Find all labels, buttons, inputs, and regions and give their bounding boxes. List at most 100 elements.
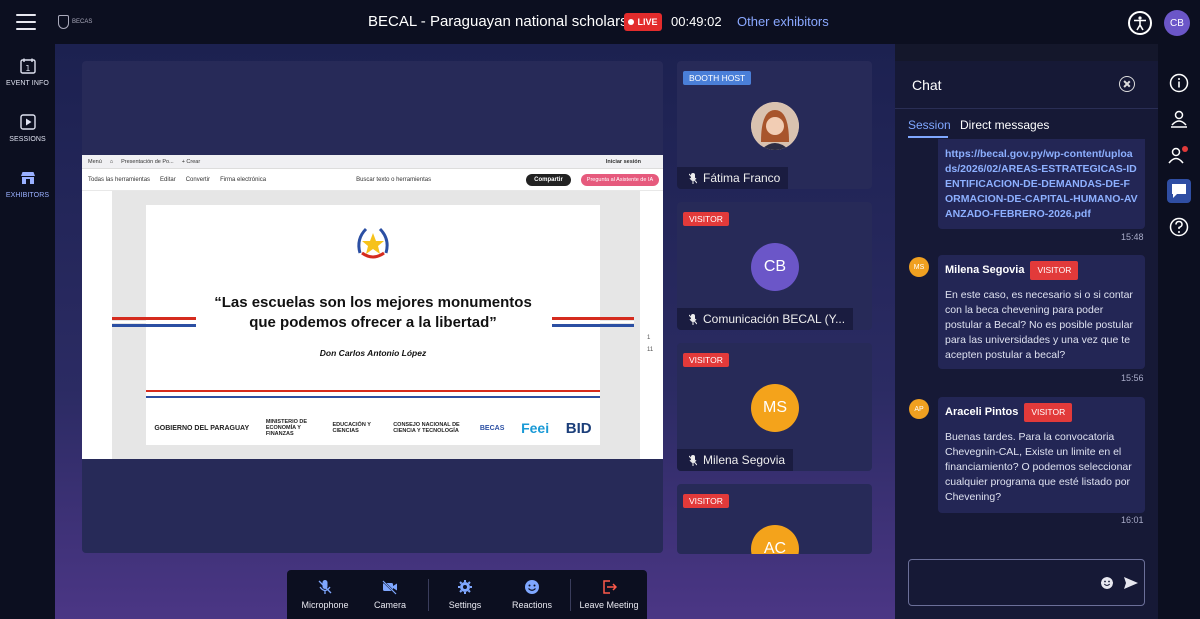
message-time: 15:56 (1121, 373, 1144, 383)
play-icon (19, 114, 36, 130)
browser-tab-bar: Menú ⌂ Presentación de Po... + Crear Ini… (82, 155, 663, 169)
person-photo-icon (751, 102, 799, 150)
live-dot-icon (628, 19, 635, 25)
control-label: Camera (373, 600, 406, 610)
visitor-badge: VISITOR (683, 212, 729, 226)
people-button[interactable] (1167, 143, 1191, 167)
sender-name: Araceli Pintos (945, 406, 1019, 418)
reactions-button[interactable]: Reactions (505, 570, 559, 619)
toolbar-item: Convertir (185, 176, 211, 183)
control-label: Reactions (511, 600, 553, 610)
participant-avatar: AC (751, 525, 799, 554)
participant-tile[interactable]: VISITOR MS Milena Segovia (677, 343, 872, 471)
participant-avatar: CB (751, 243, 799, 291)
logo-mef: MINISTERIO DE ECONOMÍA Y FINANZAS (265, 419, 308, 437)
right-rail (1158, 44, 1200, 619)
settings-button[interactable]: Settings (439, 570, 491, 619)
microphone-button[interactable]: Microphone (295, 570, 355, 619)
nav-sessions[interactable]: SESSIONS (0, 100, 55, 156)
pdf-viewport: “Las escuelas son los mejores monumentos… (112, 191, 640, 459)
chat-button[interactable] (1167, 179, 1191, 203)
svg-text:1: 1 (25, 64, 30, 73)
live-label: LIVE (637, 17, 658, 27)
user-avatar[interactable]: CB (1164, 10, 1190, 36)
nav-exhibitors[interactable]: EXHIBITORS (0, 156, 55, 212)
tab-session[interactable]: Session (908, 118, 951, 132)
new-tab: + Crear (181, 158, 201, 165)
message-header: Araceli Pintos VISITOR (945, 403, 1138, 422)
paraguay-seal-icon (357, 227, 389, 259)
logo-bid: BID (565, 419, 592, 437)
seal-icon (58, 15, 69, 29)
chat-link-message[interactable]: https://becal.gov.py/wp-content/uploads/… (938, 139, 1145, 229)
leave-meeting-button[interactable]: Leave Meeting (577, 570, 641, 619)
tab-underline (908, 136, 948, 138)
camera-button[interactable]: Camera (363, 570, 417, 619)
home-icon: ⌂ (109, 158, 114, 165)
booth-icon (20, 172, 35, 184)
chat-message: Araceli Pintos VISITOR Buenas tardes. Pa… (938, 397, 1145, 513)
quote-line: que podemos ofrecer a la libertad” (249, 314, 497, 331)
attendees-button[interactable] (1167, 107, 1191, 131)
nav-label: SESSIONS (9, 136, 46, 143)
participant-name-bar: Milena Segovia (677, 449, 794, 471)
participant-tile[interactable]: VISITOR AC (677, 484, 872, 554)
mic-off-icon (689, 454, 697, 466)
accessibility-icon[interactable] (1128, 11, 1152, 35)
page-number: 1 (647, 335, 651, 341)
nav-event-info[interactable]: 1 EVENT INFO (0, 44, 55, 100)
toolbar-item: Firma electrónica (220, 176, 267, 183)
send-icon[interactable] (1123, 575, 1139, 591)
sender-name: Milena Segovia (945, 264, 1025, 276)
participant-name: Fátima Franco (703, 171, 781, 185)
other-exhibitors-link[interactable]: Other exhibitors (737, 14, 829, 29)
info-button[interactable] (1167, 71, 1191, 95)
participant-name: Comunicación BECAL (Y... (703, 312, 846, 326)
booth-host-badge: BOOTH HOST (683, 71, 752, 85)
toolbar-item: Todas las herramientas (88, 176, 151, 183)
participant-avatar: MS (751, 384, 799, 432)
ai-button: Pregunta al Asistente de IA (580, 173, 660, 186)
message-avatar: MS (909, 257, 929, 277)
gear-icon (458, 580, 472, 594)
logo-text: BECAS (72, 19, 93, 25)
camera-off-icon (382, 580, 397, 595)
control-divider (570, 579, 571, 611)
quote-text: “Las escuelas son los mejores monumentos… (146, 293, 600, 333)
pdf-toolbar: Todas las herramientas Editar Convertir … (82, 169, 663, 191)
mic-off-icon (318, 580, 332, 594)
page-indicator: 1 11 (647, 335, 657, 353)
help-icon (1169, 217, 1189, 237)
help-button[interactable] (1167, 215, 1191, 239)
chat-input[interactable] (908, 559, 1145, 606)
page-title: BECAL - Paraguayan national scholarships (368, 13, 656, 30)
calendar-icon: 1 (19, 58, 36, 74)
participant-tile[interactable]: BOOTH HOST Fátima Franco (677, 61, 872, 189)
control-label: Settings (448, 600, 482, 610)
pdf-page: “Las escuelas son los mejores monumentos… (146, 205, 600, 445)
page-count: 11 (647, 347, 654, 353)
screen-share[interactable]: Menú ⌂ Presentación de Po... + Crear Ini… (82, 155, 663, 459)
participant-tile[interactable]: VISITOR CB Comunicación BECAL (Y... (677, 202, 872, 330)
becas-logo: BECAS (58, 10, 96, 34)
message-avatar: AP (909, 399, 929, 419)
nav-label: EXHIBITORS (5, 192, 50, 199)
logo-mec: EDUCACIÓN Y CIENCIAS (332, 422, 371, 434)
toolbar-item: Editar (160, 176, 176, 183)
chat-message: Milena Segovia VISITOR En este caso, es … (938, 255, 1145, 369)
participant-name-bar: Comunicación BECAL (Y... (677, 308, 854, 330)
participant-photo (751, 102, 799, 150)
emoji-icon[interactable] (1101, 577, 1113, 589)
chat-divider (895, 108, 1158, 109)
visitor-badge: VISITOR (683, 494, 729, 508)
menu-tab: Menú (88, 158, 102, 165)
person-icon (1171, 110, 1187, 128)
logo-conacyt: CONSEJO NACIONAL DE CIENCIA Y TECNOLOGÍA (393, 422, 460, 434)
message-text: En este caso, es necesario si o si conta… (945, 289, 1133, 361)
menu-icon[interactable] (16, 14, 36, 30)
tab-direct-messages[interactable]: Direct messages (960, 118, 1049, 132)
message-time: 16:01 (1121, 515, 1144, 525)
message-time: 15:48 (1121, 232, 1144, 242)
close-icon[interactable] (1119, 76, 1135, 92)
meeting-controls: Microphone Camera Settings Reactions Lea… (287, 570, 647, 619)
